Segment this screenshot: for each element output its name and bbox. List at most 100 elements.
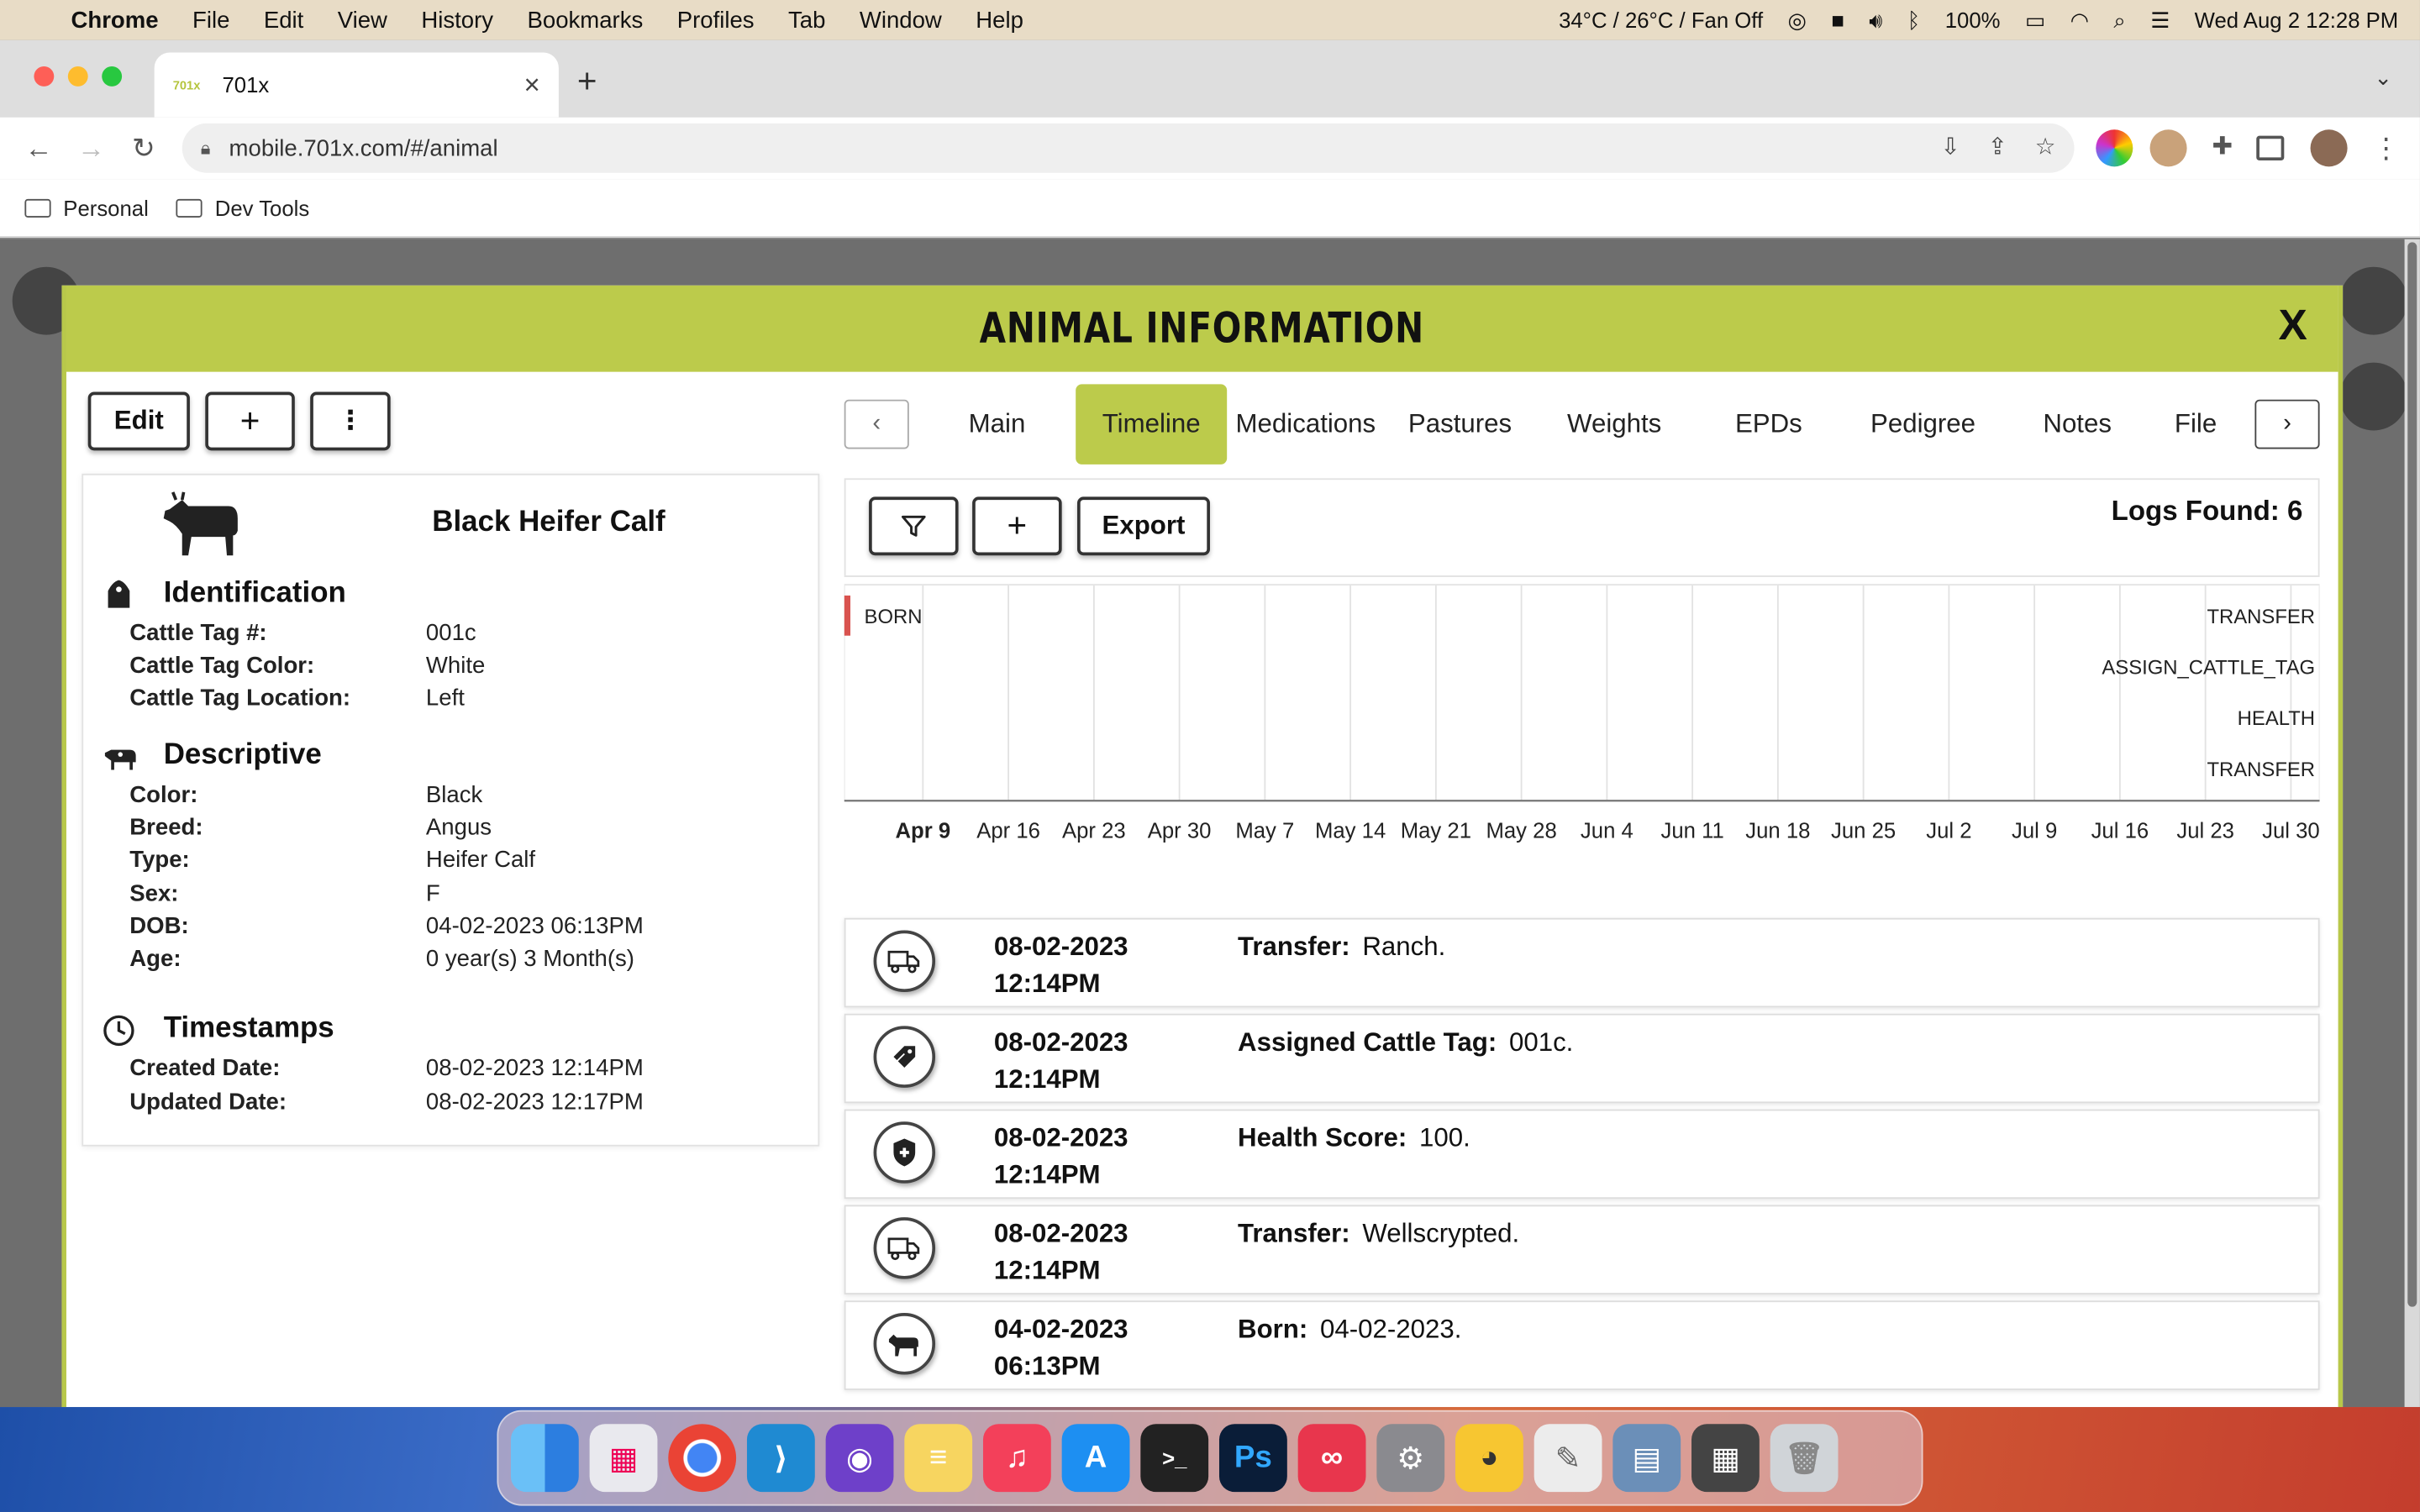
- bluetooth-icon[interactable]: ᛒ: [1907, 8, 1920, 32]
- url-text[interactable]: mobile.701x.com/#/animal: [229, 135, 498, 161]
- field-value: Angus: [425, 814, 492, 842]
- tab-title: 701x: [222, 72, 270, 97]
- menu-help[interactable]: Help: [976, 7, 1023, 33]
- photoshop-icon[interactable]: Ps: [1218, 1424, 1287, 1493]
- timeline-entry[interactable]: 08-02-2023 12:14PM Assigned Cattle Tag: 001…: [844, 1013, 2320, 1104]
- filter-button[interactable]: [869, 496, 959, 556]
- add-log-button[interactable]: +: [972, 496, 1062, 556]
- notes-icon[interactable]: ≡: [904, 1424, 973, 1493]
- back-icon[interactable]: ←: [13, 132, 65, 165]
- install-app-icon[interactable]: ⇩: [1940, 133, 1960, 160]
- animal-details-panel: Black Heifer Calf Identification Cattle …: [82, 473, 820, 1147]
- app-store-icon[interactable]: A: [1061, 1424, 1130, 1493]
- bookmark-dev-tools[interactable]: Dev Tools: [176, 195, 309, 220]
- timeline-entry[interactable]: 08-02-2023 12:14PM Health Score: 100.: [844, 1109, 2320, 1200]
- extensions-puzzle-icon[interactable]: ✚: [2204, 129, 2241, 166]
- timeline-event-label: BORN: [865, 606, 923, 628]
- forward-icon[interactable]: →: [65, 132, 117, 165]
- share-icon[interactable]: ⇪: [1988, 133, 2007, 160]
- lock-icon[interactable]: 🔒︎: [201, 137, 211, 160]
- minimize-window-icon[interactable]: [67, 66, 88, 87]
- tab-timeline[interactable]: Timeline: [1076, 384, 1228, 465]
- add-button[interactable]: +: [205, 391, 295, 451]
- bookmark-personal[interactable]: Personal: [24, 195, 149, 220]
- menu-view[interactable]: View: [338, 7, 387, 33]
- animal-info-modal: ANIMAL INFORMATION X Edit + ⋮ Black Heif…: [61, 285, 2344, 1408]
- field-label: Type:: [129, 847, 190, 874]
- github-desktop-icon[interactable]: ◉: [825, 1424, 894, 1493]
- tab-search-icon[interactable]: ⌄: [2374, 65, 2392, 91]
- calculator-icon[interactable]: ▦: [1691, 1424, 1760, 1493]
- battery-percent[interactable]: 100%: [1945, 8, 2001, 32]
- tabs-prev-button[interactable]: ‹: [844, 399, 909, 449]
- tab-notes[interactable]: Notes: [2002, 384, 2153, 465]
- new-tab-icon[interactable]: +: [577, 61, 597, 102]
- tab-main[interactable]: Main: [922, 384, 1073, 465]
- volume-icon[interactable]: 🔊︎: [1869, 7, 1882, 33]
- entry-datetime: 04-02-2023 06:13PM: [994, 1311, 1128, 1385]
- finder-icon[interactable]: [510, 1424, 579, 1493]
- menu-file[interactable]: File: [192, 7, 229, 33]
- control-center-icon[interactable]: ☰: [2150, 7, 2170, 33]
- creative-cloud-icon[interactable]: ◎: [1788, 7, 1807, 33]
- modal-close-button[interactable]: X: [2279, 301, 2307, 350]
- preview-icon[interactable]: ▤: [1612, 1424, 1681, 1493]
- elephant-icon[interactable]: ■: [1831, 8, 1844, 32]
- terminal-icon[interactable]: >_: [1140, 1424, 1209, 1493]
- menu-tab[interactable]: Tab: [788, 7, 825, 33]
- timeline-tick-label: May 28: [1486, 819, 1556, 843]
- music-icon[interactable]: ♫: [982, 1424, 1051, 1493]
- chrome-menu-icon[interactable]: ⋮: [2367, 129, 2404, 166]
- field-label: Updated Date:: [129, 1089, 287, 1116]
- tab-epds[interactable]: EPDs: [1693, 384, 1844, 465]
- menu-bookmarks[interactable]: Bookmarks: [527, 7, 643, 33]
- color-extension-icon[interactable]: [2096, 129, 2133, 167]
- creative-cloud-app-icon[interactable]: ∞: [1297, 1424, 1366, 1493]
- entry-description: Health Score: 100.: [1238, 1120, 1470, 1157]
- launchpad-icon[interactable]: ▦: [589, 1424, 658, 1493]
- timeline-entry[interactable]: 04-02-2023 06:13PM Born: 04-02-2023.: [844, 1300, 2320, 1390]
- vscode-icon[interactable]: ⟩: [746, 1424, 815, 1493]
- menu-history[interactable]: History: [421, 7, 493, 33]
- weather-status[interactable]: 34°C / 26°C / Fan Off: [1559, 8, 1763, 32]
- clock[interactable]: Wed Aug 2 12:28 PM: [2195, 8, 2399, 32]
- bookmark-star-icon[interactable]: ☆: [2035, 133, 2056, 160]
- tabs-next-button[interactable]: ›: [2254, 399, 2320, 449]
- browser-tab[interactable]: 701x 701x ×: [154, 52, 559, 118]
- scrollbar-thumb[interactable]: [2407, 242, 2417, 1307]
- reload-icon[interactable]: ↻: [118, 132, 170, 165]
- system-settings-icon[interactable]: ⚙: [1376, 1424, 1445, 1493]
- zoom-window-icon[interactable]: [102, 66, 123, 87]
- tab-pedigree[interactable]: Pedigree: [1848, 384, 1999, 465]
- entry-label: Assigned Cattle Tag:: [1238, 1027, 1497, 1058]
- export-button[interactable]: Export: [1077, 496, 1210, 556]
- page-scrollbar[interactable]: [2404, 239, 2420, 1408]
- menu-app-name[interactable]: Chrome: [71, 7, 158, 33]
- textedit-icon[interactable]: ✎: [1534, 1424, 1602, 1493]
- extension-face-icon[interactable]: [2149, 129, 2187, 167]
- menu-window[interactable]: Window: [860, 7, 942, 33]
- cyberduck-icon[interactable]: ◕: [1455, 1424, 1523, 1493]
- tab-medications[interactable]: Medications: [1230, 384, 1381, 465]
- close-tab-icon[interactable]: ×: [524, 69, 540, 102]
- tab-file[interactable]: File: [2156, 384, 2249, 465]
- edit-button[interactable]: Edit: [87, 391, 190, 451]
- tab-pastures[interactable]: Pastures: [1385, 384, 1536, 465]
- chrome-icon[interactable]: [668, 1424, 737, 1493]
- entry-time: 12:14PM: [993, 1064, 1101, 1095]
- timeline-tick-label: Jun 25: [1831, 819, 1896, 843]
- side-panel-icon[interactable]: [2256, 135, 2285, 161]
- more-options-button[interactable]: ⋮: [310, 391, 391, 451]
- trash-icon[interactable]: 🗑︎: [1770, 1424, 1839, 1493]
- entry-value: Ranch.: [1362, 932, 1446, 962]
- spotlight-icon[interactable]: ⌕: [2113, 7, 2125, 33]
- menu-profiles[interactable]: Profiles: [677, 7, 755, 33]
- close-window-icon[interactable]: [34, 66, 55, 87]
- tab-weights[interactable]: Weights: [1539, 384, 1690, 465]
- wifi-icon[interactable]: ◠: [2070, 7, 2089, 33]
- timeline-entry[interactable]: 08-02-2023 12:14PM Transfer: Ranch.: [844, 917, 2320, 1008]
- menu-edit[interactable]: Edit: [264, 7, 303, 33]
- address-bar[interactable]: 🔒︎ mobile.701x.com/#/animal ⇩ ⇪ ☆: [182, 123, 2075, 173]
- timeline-entry[interactable]: 08-02-2023 12:14PM Transfer: Wellscrypted.: [844, 1205, 2320, 1294]
- profile-avatar[interactable]: [2310, 129, 2348, 167]
